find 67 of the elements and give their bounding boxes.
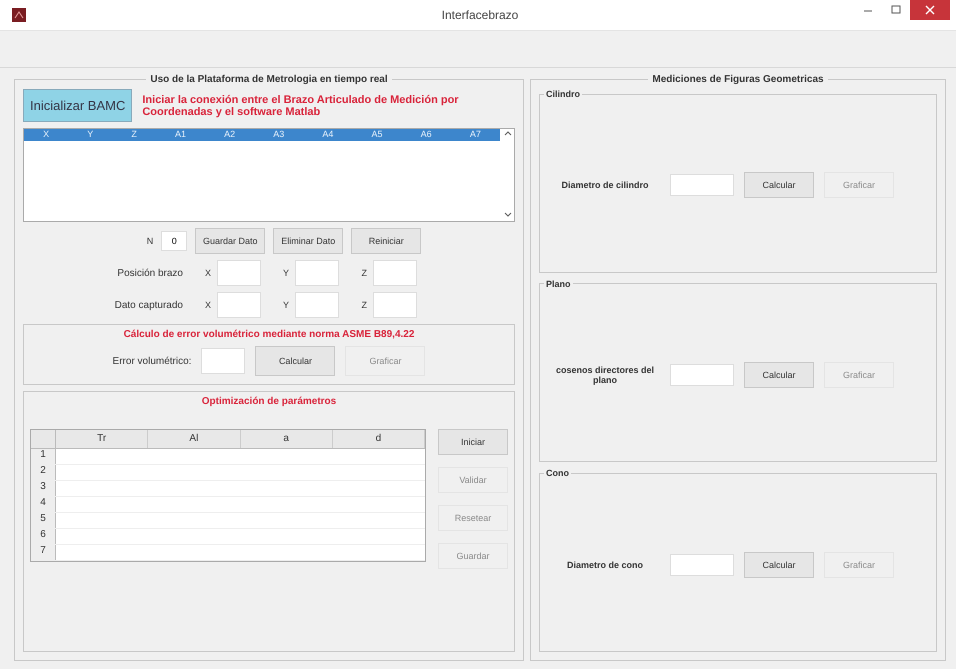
window-title: Interfacebrazo	[442, 8, 518, 22]
action-button[interactable]: Guardar Dato	[195, 228, 266, 254]
panel-title: Uso de la Plataforma de Metrologia en tiempo real	[149, 74, 389, 85]
row-number: 3	[31, 481, 56, 496]
action-button[interactable]: Iniciar	[438, 429, 508, 455]
error-field[interactable]	[201, 348, 246, 374]
action-button[interactable]: Calcular	[255, 346, 336, 376]
coordinate-field[interactable]	[373, 260, 417, 286]
row-label: Posición brazo	[116, 268, 183, 278]
value-field[interactable]	[670, 364, 734, 386]
axis-label: X	[204, 300, 211, 310]
coordinate-field[interactable]	[295, 260, 339, 286]
coordinate-field[interactable]	[217, 292, 261, 318]
group-title: Plano	[545, 278, 572, 289]
list-column-heading: Y	[87, 129, 94, 141]
field-label: Diametro de cono	[566, 560, 644, 570]
coordinate-field[interactable]	[373, 292, 417, 318]
axis-label: Y	[282, 300, 289, 310]
close-icon[interactable]	[910, 0, 950, 20]
field-label: Diametro de cilindro	[560, 180, 650, 190]
row-number: 2	[31, 465, 56, 480]
value-field[interactable]	[670, 174, 734, 196]
row-number: 5	[31, 513, 56, 528]
list-column-heading: Z	[131, 129, 137, 141]
list-column-heading: A5	[372, 129, 383, 141]
row-number: 4	[31, 497, 56, 512]
parameter-table[interactable]: Tr Al a d 1 2 3 4 5 6 7	[30, 429, 426, 562]
action-button[interactable]: Calcular	[744, 362, 814, 388]
axis-label: Z	[360, 268, 367, 278]
group-title: Cilindro	[545, 89, 581, 99]
n-label: N	[146, 236, 154, 246]
value-field[interactable]	[670, 554, 734, 576]
list-column-heading: A7	[470, 129, 481, 141]
action-button[interactable]: Eliminar Dato	[273, 228, 344, 254]
list-column-heading: A4	[322, 129, 334, 141]
list-column-heading: A3	[273, 129, 284, 141]
row-label: Dato capturado	[114, 300, 183, 310]
app-icon	[12, 8, 26, 22]
action-button[interactable]: Calcular	[744, 172, 814, 198]
field-label: cosenos directores del plano	[554, 365, 656, 385]
connection-message: Iniciar la conexión entre el Brazo Articulado de Medición por Coordenadas y el software Matlab	[142, 94, 460, 118]
list-column-heading: X	[43, 129, 50, 141]
column-header: Tr	[56, 430, 148, 448]
panel-title: Mediciones de Figuras Geometricas	[651, 74, 825, 85]
column-header: a	[240, 430, 333, 448]
row-number: 6	[31, 529, 56, 544]
group-title: Cálculo de error volumétrico mediante norma ASME B89,4.22	[124, 329, 414, 340]
column-header: d	[332, 430, 425, 448]
list-column-heading: A2	[224, 129, 236, 141]
list-column-heading: A6	[420, 129, 432, 141]
initialize-button[interactable]: Inicializar BAMC	[23, 89, 132, 122]
action-button[interactable]: Reiniciar	[351, 228, 422, 254]
coordinate-field[interactable]	[217, 260, 261, 286]
coordinate-field[interactable]	[295, 292, 339, 318]
row-number: 1	[31, 449, 56, 464]
group-title: Cono	[545, 468, 570, 478]
row-number: 7	[31, 545, 56, 560]
axis-label: Y	[282, 268, 289, 278]
axis-label: X	[204, 268, 211, 278]
group-title: Optimización de parámetros	[202, 396, 336, 407]
column-header: Al	[148, 430, 240, 448]
scrollbar[interactable]	[502, 129, 514, 219]
n-field[interactable]: 0	[161, 231, 188, 251]
list-column-heading: A1	[174, 129, 186, 141]
axis-label: Z	[360, 300, 367, 310]
field-label: Error volumétrico:	[112, 356, 192, 366]
action-button[interactable]: Calcular	[744, 552, 814, 578]
